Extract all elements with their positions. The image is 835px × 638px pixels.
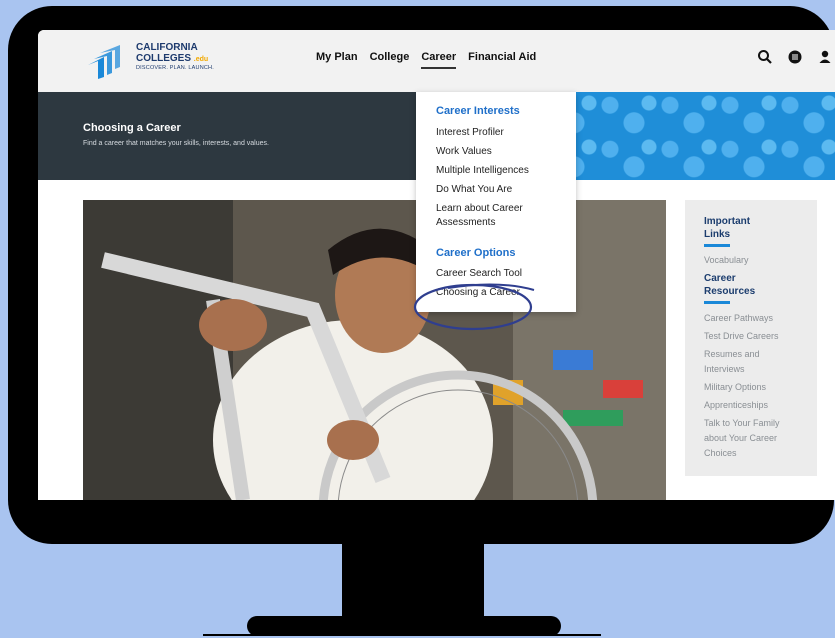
sidebar-link-test-drive-careers[interactable]: Test Drive Careers <box>704 331 779 341</box>
nav-college[interactable]: College <box>370 51 410 69</box>
search-icon[interactable] <box>757 47 773 67</box>
sidebar-link-choices[interactable]: Choices <box>704 448 737 458</box>
sidebar-links-panel: Important Links Vocabulary Career Resource… <box>685 200 817 476</box>
sidebar-link-military-options[interactable]: Military Options <box>704 382 766 392</box>
list-icon[interactable] <box>787 47 803 67</box>
dropdown-item-work-values[interactable]: Work Values <box>436 145 492 159</box>
dropdown-item-do-what-you-are[interactable]: Do What You Are <box>436 183 512 197</box>
logo-tagline: DISCOVER. PLAN. LAUNCH. <box>136 65 214 71</box>
monitor-base <box>247 616 561 636</box>
monitor-stand <box>342 544 484 622</box>
user-icon[interactable] <box>817 47 833 67</box>
california-colleges-logo-icon[interactable] <box>82 43 130 79</box>
sidebar-link-vocabulary[interactable]: Vocabulary <box>704 255 749 265</box>
sidebar-link-apprenticeships[interactable]: Apprenticeships <box>704 400 768 410</box>
sidebar-link-interviews[interactable]: Interviews <box>704 364 745 374</box>
site-logo-text[interactable]: CALIFORNIA COLLEGES .edu DISCOVER. PLAN.… <box>136 42 214 72</box>
dropdown-item-assessments[interactable]: Assessments <box>436 216 495 230</box>
dropdown-item-interest-profiler[interactable]: Interest Profiler <box>436 126 504 140</box>
sidebar-heading-career-resources: Career Resources <box>704 273 756 297</box>
photo-illustration <box>83 200 666 500</box>
dropdown-heading-career-interests[interactable]: Career Interests <box>436 105 520 117</box>
dropdown-heading-career-options[interactable]: Career Options <box>436 247 515 259</box>
header-icons <box>753 47 835 67</box>
sidebar-accent-bar <box>704 301 730 304</box>
sidebar-link-career-pathways[interactable]: Career Pathways <box>704 313 773 323</box>
page-title: Choosing a Career <box>83 122 181 134</box>
sidebar-link-resumes[interactable]: Resumes and <box>704 349 760 359</box>
nav-my-plan[interactable]: My Plan <box>316 51 358 69</box>
sidebar-link-talk-to-family[interactable]: Talk to Your Family <box>704 418 780 428</box>
hero-photo-bicycle-repair <box>83 200 666 500</box>
hand-drawn-highlight-circle <box>413 283 535 331</box>
nav-financial-aid[interactable]: Financial Aid <box>468 51 536 69</box>
sidebar-heading-important-links: Important Links <box>704 216 751 240</box>
site-header: CALIFORNIA COLLEGES .edu DISCOVER. PLAN.… <box>38 30 835 92</box>
dropdown-item-learn-about-career[interactable]: Learn about Career <box>436 202 523 216</box>
desk-line <box>203 634 601 636</box>
sidebar-accent-bar <box>704 244 730 247</box>
monitor-bezel: CALIFORNIA COLLEGES .edu DISCOVER. PLAN.… <box>8 6 835 544</box>
logo-line2: COLLEGES .edu <box>136 52 209 64</box>
page-subtitle: Find a career that matches your skills, … <box>83 140 269 147</box>
main-nav: My Plan College Career Financial Aid <box>316 51 536 69</box>
nav-career[interactable]: Career <box>421 51 457 69</box>
browser-screen: CALIFORNIA COLLEGES .edu DISCOVER. PLAN.… <box>38 30 835 500</box>
sidebar-link-talk-to-family-cont[interactable]: about Your Career <box>704 433 777 443</box>
dropdown-item-multiple-intelligences[interactable]: Multiple Intelligences <box>436 164 529 178</box>
